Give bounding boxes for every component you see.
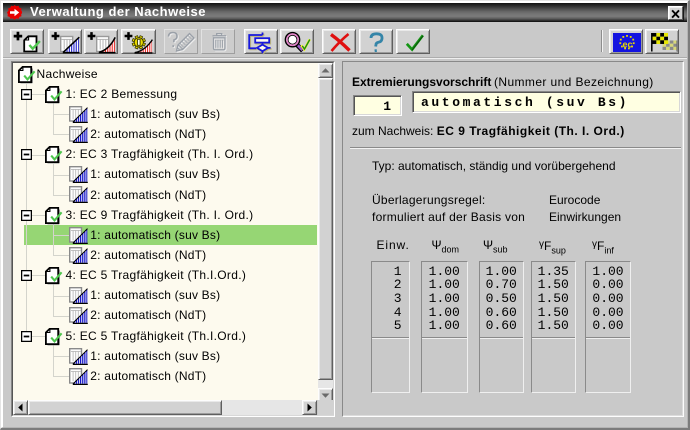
- svg-text:ec: ec: [623, 40, 633, 50]
